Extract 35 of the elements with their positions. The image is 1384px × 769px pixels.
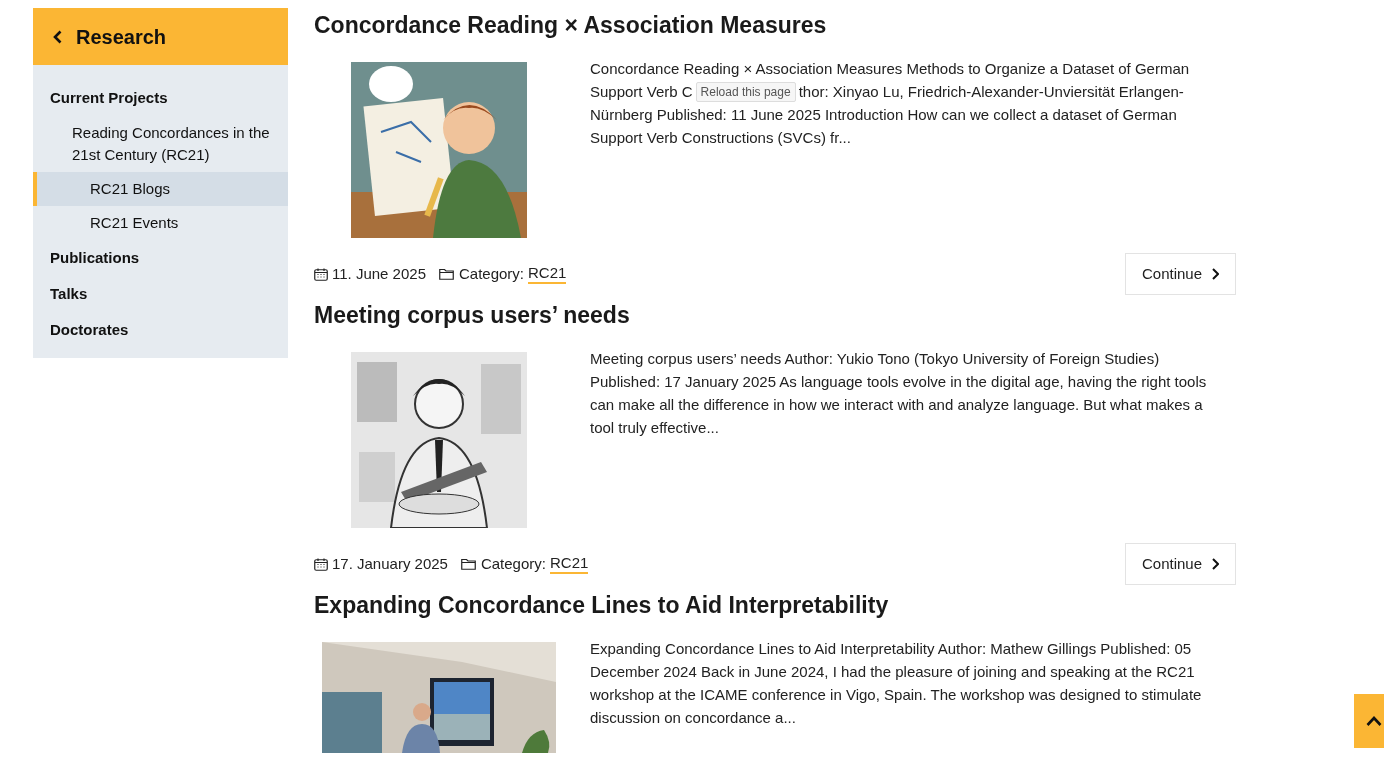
sidebar-item[interactable]: RC21 Events	[33, 206, 288, 240]
post-date: 11. June 2025	[332, 263, 426, 284]
chevron-right-icon	[1211, 558, 1219, 570]
sidebar-item[interactable]: Talks	[33, 276, 288, 312]
post-title[interactable]: Meeting corpus users’ needs	[314, 301, 1236, 329]
post-excerpt: Expanding Concordance Lines to Aid Interpretability Author: Mathew Gillings Published: 05 December 2024 Back in June 2024, I had the pleasure of joining and speaking at the RC21 workshop at the ICAME conference in Vigo, Spain. The workshop was designed to stimulate discussion on concordance a...	[590, 639, 1203, 728]
category-link[interactable]: RC21	[549, 554, 589, 574]
sidebar-item[interactable]: Reading Concordances in the 21st Century (RC21)	[33, 116, 288, 172]
calendar-icon	[314, 557, 328, 571]
sidebar-item[interactable]: RC21 Blogs	[33, 172, 288, 206]
folder-icon	[460, 558, 476, 570]
continue-button[interactable]: Continue	[1124, 543, 1236, 585]
back-link[interactable]: Research	[33, 8, 288, 65]
chevron-right-icon	[1211, 268, 1219, 280]
calendar-icon	[314, 267, 328, 281]
tooltip: Reload this page	[695, 81, 796, 102]
category-label: Category:	[459, 263, 525, 284]
post-excerpt: Concordance Reading × Association Measures Methods to Organize a Dataset of German	[590, 59, 1191, 79]
post-title[interactable]: Expanding Concordance Lines to Aid Interpretability	[314, 591, 1236, 619]
scroll-to-top-button[interactable]	[1354, 694, 1384, 748]
continue-button[interactable]: Continue	[1124, 253, 1236, 295]
sidebar-item[interactable]: Doctorates	[33, 312, 288, 348]
category-label: Category:	[480, 553, 546, 574]
post-excerpt: thor: Xinyao Lu, Friedrich-Alexander-Unviersität Erlangen-	[798, 82, 1184, 102]
post-excerpt: Support Verb C	[590, 82, 693, 102]
chevron-up-icon	[1366, 716, 1382, 726]
sidebar-item[interactable]: Current Projects	[33, 80, 288, 116]
category-link[interactable]: RC21	[528, 264, 567, 284]
folder-icon	[439, 268, 454, 280]
post-title[interactable]: Concordance Reading × Association Measures	[314, 11, 1236, 39]
post-date: 17. January 2025	[332, 553, 448, 574]
chevron-left-icon	[53, 29, 62, 44]
sidebar-item[interactable]: Publications	[33, 240, 288, 276]
post-excerpt: Nürnberg Published: 11 June 2025 Introduction How can we collect a dataset of German Support Verb Constructions (SVCs) fr...	[590, 105, 1178, 148]
post-excerpt: Meeting corpus users’ needs Author: Yukio Tono (Tokyo University of Foreign Studies) Published: 17 January 2025 As language tools evolve in the digital age, having the right tools can make all the difference in how we interact with and analyze language. But what makes a tool truly effective...	[590, 349, 1208, 438]
